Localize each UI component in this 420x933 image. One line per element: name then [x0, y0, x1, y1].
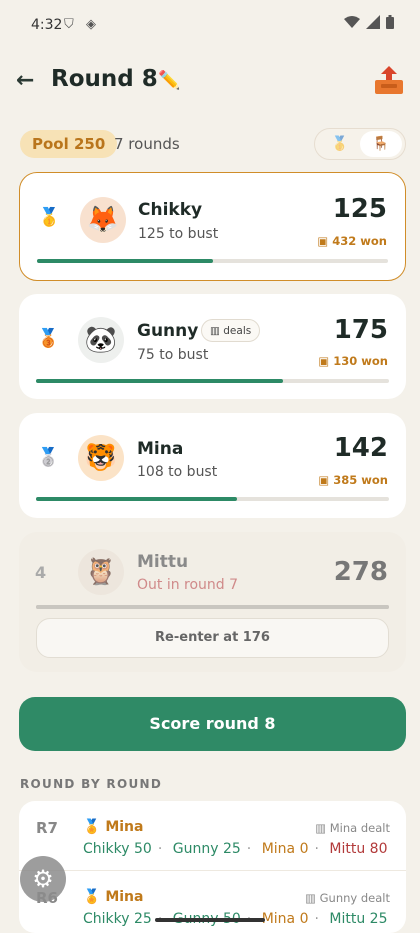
score-entry: Chikky 25	[83, 911, 152, 927]
status-time: 4:32	[31, 17, 63, 33]
progress-fill	[37, 259, 213, 263]
player-score: 125	[332, 194, 387, 224]
player-name: Mina	[137, 439, 184, 459]
status-bar: 4:32 ⛉ ◈	[0, 0, 420, 52]
round-history: R7 🏅 Mina ▥ Mina dealt Chikky 50 · Gunny …	[19, 801, 406, 933]
player-score: 278	[333, 557, 388, 587]
shield-icon: ⛉	[64, 17, 74, 32]
pencil-icon[interactable]: ✏️	[158, 70, 180, 91]
player-score: 175	[333, 315, 388, 345]
chair-icon[interactable]: 🪑	[360, 131, 402, 157]
player-score: 142	[333, 433, 388, 463]
won-amount: ▣ 385 won	[318, 473, 388, 487]
signal-icon	[366, 15, 380, 29]
reenter-button[interactable]: Re-enter at 176	[36, 618, 389, 658]
rounds-count: 7 rounds	[114, 135, 180, 153]
player-card-gunny[interactable]: 🥉 🐼 Gunny ▥ deals 75 to bust 175 ▣ 130 w…	[19, 294, 406, 399]
player-name: Gunny	[137, 321, 199, 341]
round-winner: 🏅 Mina	[83, 889, 144, 905]
page-title: Round 8	[51, 66, 158, 92]
back-arrow-icon[interactable]: ←	[16, 68, 42, 94]
progress-bar	[36, 497, 389, 501]
score-entry: Mittu 80	[329, 841, 388, 857]
history-row[interactable]: R7 🏅 Mina ▥ Mina dealt Chikky 50 · Gunny …	[19, 801, 406, 861]
export-tray-icon[interactable]	[372, 63, 406, 97]
battery-icon	[386, 15, 394, 29]
rank-number: 4	[35, 563, 47, 582]
player-name: Mittu	[137, 552, 189, 572]
progress-fill	[36, 379, 284, 383]
score-entry: Mittu 25	[329, 911, 388, 927]
score-entry: Gunny 25	[172, 841, 241, 857]
progress-bar	[36, 605, 389, 609]
score-entry: Chikky 50	[83, 841, 152, 857]
score-round-button[interactable]: Score round 8	[19, 697, 406, 751]
deals-badge: ▥ deals	[201, 319, 261, 342]
progress-fill	[36, 605, 389, 609]
gold-medal-icon: 🥇	[38, 207, 61, 228]
player-card-chikky[interactable]: 🥇 🦊 Chikky 125 to bust 125 ▣ 432 won	[19, 172, 406, 281]
progress-bar	[36, 379, 389, 383]
view-toggle[interactable]: 🥇 🪑	[314, 128, 406, 160]
app-header: ← Round 8 ✏️	[0, 60, 420, 104]
out-status: Out in round 7	[137, 577, 239, 593]
score-entry: Mina 0	[261, 911, 309, 927]
round-winner: 🏅 Mina	[83, 819, 144, 835]
panda-icon: 🐼	[78, 317, 124, 363]
progress-fill	[36, 497, 238, 501]
dice-icon: ◈	[86, 17, 96, 32]
player-card-mina[interactable]: 🥈 🐯 Mina 108 to bust 142 ▣ 385 won	[19, 413, 406, 518]
progress-bar	[37, 259, 388, 263]
tiger-icon: 🐯	[78, 435, 124, 481]
score-entry: Mina 0	[261, 841, 309, 857]
won-amount: ▣ 130 won	[318, 354, 388, 368]
settings-gear-icon[interactable]: ⚙	[20, 856, 66, 902]
section-title: ROUND BY ROUND	[20, 777, 163, 791]
player-name: Chikky	[138, 200, 203, 220]
to-bust: 125 to bust	[138, 226, 219, 242]
owl-icon: 🦉	[78, 549, 124, 595]
round-label: R7	[36, 819, 58, 837]
medal-icon[interactable]: 🥇	[321, 132, 359, 156]
dealer-label: ▥ Gunny dealt	[305, 891, 390, 905]
home-indicator[interactable]	[155, 918, 265, 922]
pool-chip[interactable]: Pool 250	[20, 130, 118, 158]
round-scores: Chikky 50 · Gunny 25 · Mina 0 · Mittu 80	[83, 841, 388, 857]
wifi-icon	[344, 16, 360, 28]
dealer-label: ▥ Mina dealt	[315, 821, 390, 835]
pool-row: Pool 250 7 rounds 🥇 🪑	[0, 128, 420, 160]
silver-medal-icon: 🥈	[37, 447, 60, 468]
fox-icon: 🦊	[80, 197, 126, 243]
to-bust: 75 to bust	[137, 347, 209, 363]
player-card-mittu[interactable]: 4 🦉 Mittu Out in round 7 278 Re-enter at…	[19, 532, 406, 672]
to-bust: 108 to bust	[137, 464, 218, 480]
won-amount: ▣ 432 won	[317, 234, 387, 248]
bronze-medal-icon: 🥉	[37, 328, 60, 349]
